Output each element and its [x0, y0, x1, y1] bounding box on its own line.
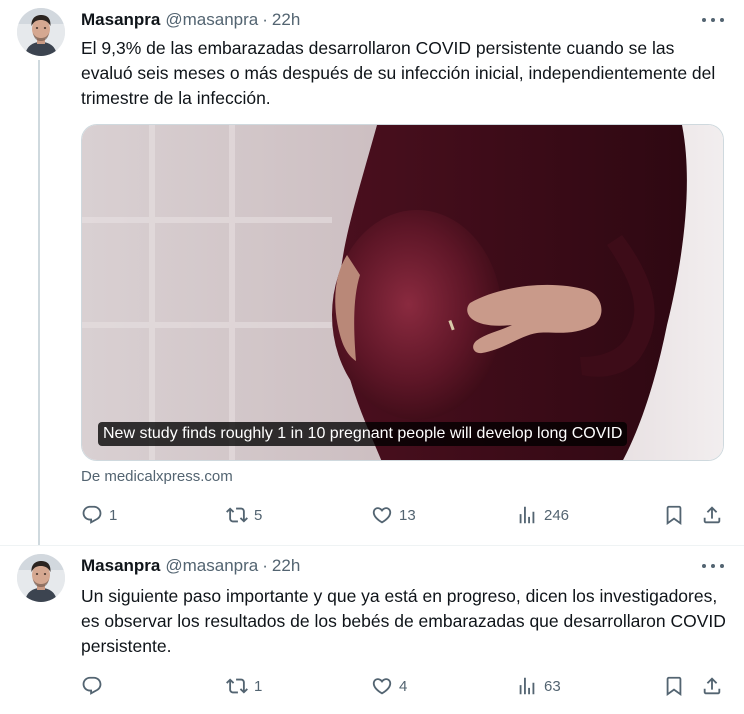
author-name[interactable]: Masanpra — [81, 556, 160, 576]
author-handle[interactable]: @masanpra — [165, 10, 258, 30]
more-horizontal-icon[interactable] — [702, 10, 724, 30]
views-count: 246 — [544, 506, 570, 524]
retweet-count: 1 — [254, 677, 263, 695]
reply-icon — [81, 675, 103, 697]
link-card[interactable]: New study finds roughly 1 in 10 pregnant… — [81, 124, 724, 461]
tweet[interactable]: Masanpra @masanpra · 22h Un siguiente pa… — [0, 546, 744, 714]
share-button[interactable] — [701, 674, 723, 698]
retweet-count: 5 — [254, 506, 263, 524]
more-horizontal-icon[interactable] — [702, 556, 724, 576]
reply-count: 1 — [109, 506, 118, 524]
bookmark-icon — [663, 675, 685, 697]
retweet-icon — [226, 675, 248, 697]
avatar[interactable] — [17, 8, 65, 56]
views-chart-icon — [516, 675, 538, 697]
reply-button[interactable]: 1 — [81, 503, 117, 527]
author-handle[interactable]: @masanpra — [165, 556, 258, 576]
separator-dot: · — [262, 10, 268, 29]
retweet-icon — [226, 504, 248, 526]
separator-dot: · — [262, 556, 268, 575]
retweet-button[interactable]: 1 — [226, 674, 262, 698]
views-button[interactable]: 63 — [516, 674, 561, 698]
author-name[interactable]: Masanpra — [81, 10, 160, 30]
avatar[interactable] — [17, 554, 65, 602]
card-image — [82, 125, 723, 460]
like-count: 4 — [399, 677, 408, 695]
heart-icon — [371, 675, 393, 697]
share-button[interactable] — [701, 503, 723, 527]
views-chart-icon — [516, 504, 538, 526]
reply-button[interactable] — [81, 674, 109, 698]
views-button[interactable]: 246 — [516, 503, 569, 527]
card-source[interactable]: De medicalxpress.com — [81, 468, 233, 485]
like-count: 13 — [399, 506, 416, 524]
tweet-text: El 9,3% de las embarazadas desarrollaron… — [81, 38, 716, 108]
tweet[interactable]: Masanpra @masanpra · 22h El 9,3% de las … — [0, 0, 744, 546]
bookmark-button[interactable] — [663, 503, 685, 527]
share-icon — [701, 675, 723, 697]
timestamp[interactable]: 22h — [272, 556, 300, 576]
retweet-button[interactable]: 5 — [226, 503, 262, 527]
tweet-header: Masanpra @masanpra · 22h — [81, 10, 300, 30]
heart-icon — [371, 504, 393, 526]
bookmark-icon — [663, 504, 685, 526]
thread-connector-line — [38, 60, 40, 546]
like-button[interactable]: 4 — [371, 674, 407, 698]
like-button[interactable]: 13 — [371, 503, 416, 527]
reply-icon — [81, 504, 103, 526]
views-count: 63 — [544, 677, 561, 695]
share-icon — [701, 504, 723, 526]
timestamp[interactable]: 22h — [272, 10, 300, 30]
tweet-text: Un siguiente paso importante y que ya es… — [81, 586, 726, 656]
action-bar: 1 4 63 — [81, 674, 729, 698]
tweet-header: Masanpra @masanpra · 22h — [81, 556, 300, 576]
action-bar: 1 5 13 246 — [81, 503, 729, 527]
bookmark-button[interactable] — [663, 674, 685, 698]
card-caption: New study finds roughly 1 in 10 pregnant… — [98, 422, 628, 446]
